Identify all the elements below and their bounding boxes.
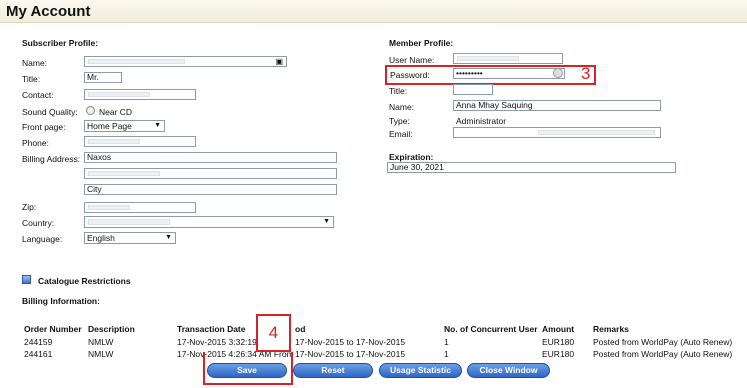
- cell-amount: EUR180: [542, 337, 575, 347]
- username-input[interactable]: [453, 53, 563, 64]
- col-description: Description: [88, 324, 135, 334]
- near-cd-radio[interactable]: [86, 106, 95, 115]
- redacted-value: [88, 219, 170, 225]
- col-amount: Amount: [542, 324, 575, 334]
- expiration-heading: Expiration:: [389, 152, 434, 162]
- billing-address-line2[interactable]: [84, 168, 337, 179]
- language-select[interactable]: English ▼: [84, 232, 176, 244]
- title-label: Title:: [22, 74, 41, 84]
- name-label: Name:: [22, 58, 48, 68]
- billing-information-heading: Billing Information:: [22, 296, 100, 306]
- redacted-value: [88, 171, 160, 176]
- cell-order: 244161: [24, 349, 53, 359]
- cell-period: 17-Nov-2015 to 17-Nov-2015: [295, 349, 406, 359]
- col-order-number: Order Number: [24, 324, 82, 334]
- cell-remarks: Posted from WorldPay (Auto Renew): [593, 349, 733, 359]
- annotation-box-3: [385, 65, 596, 85]
- page-title: My Account: [6, 3, 91, 20]
- cell-users: 1: [444, 337, 449, 347]
- col-concurrent-users: No. of Concurrent User: [444, 324, 538, 334]
- front-page-value: Home Page: [87, 121, 132, 131]
- cell-amount: EUR180: [542, 349, 575, 359]
- dropdown-arrow-icon: ▼: [323, 218, 330, 225]
- cell-order: 244159: [24, 337, 53, 347]
- front-page-select[interactable]: Home Page ▼: [84, 120, 165, 132]
- subscriber-profile-heading: Subscriber Profile:: [22, 38, 99, 48]
- type-value: Administrator: [456, 116, 507, 126]
- cell-period: 17-Nov-2015 to 17-Nov-2015: [295, 337, 406, 347]
- reset-button[interactable]: Reset: [293, 363, 373, 378]
- dropdown-arrow-icon: ▼: [165, 234, 172, 241]
- cell-remarks: Posted from WorldPay (Auto Renew): [593, 337, 733, 347]
- col-period: od: [295, 324, 306, 334]
- country-select[interactable]: ▼: [84, 216, 334, 228]
- dropdown-arrow-icon: ▼: [154, 122, 161, 129]
- annotation-callout-4: 4: [256, 314, 291, 352]
- email-input[interactable]: [453, 127, 661, 138]
- name-input[interactable]: ▣: [84, 56, 287, 67]
- contact-label: Contact:: [22, 90, 54, 100]
- billing-city-input[interactable]: City: [84, 184, 337, 195]
- redacted-value: [88, 205, 130, 210]
- member-profile-heading: Member Profile:: [389, 38, 454, 48]
- sound-quality-label: Sound Quality:: [22, 107, 78, 117]
- cell-date: 17-Nov-2015 3:32:19: [177, 337, 257, 347]
- country-label: Country:: [22, 218, 55, 228]
- title-input[interactable]: Mr.: [84, 72, 122, 83]
- type-label: Type:: [389, 116, 410, 126]
- billing-address-label: Billing Address:: [22, 154, 81, 164]
- expiration-field: June 30, 2021: [387, 162, 676, 173]
- redacted-value: [457, 56, 519, 61]
- member-title-input[interactable]: [453, 84, 493, 95]
- email-label: Email:: [389, 129, 413, 139]
- phone-input[interactable]: [84, 136, 196, 147]
- annotation-box-4: [203, 352, 293, 385]
- redacted-value: [88, 92, 150, 97]
- annotation-callout-3: 3: [581, 64, 591, 83]
- language-label: Language:: [22, 234, 63, 244]
- usage-statistic-button[interactable]: Usage Statistic: [379, 363, 462, 378]
- contact-input[interactable]: [84, 89, 196, 100]
- redacted-value: [88, 139, 140, 144]
- front-page-label: Front page:: [22, 122, 66, 132]
- col-transaction-date: Transaction Date: [177, 324, 246, 334]
- zip-label: Zip:: [22, 202, 37, 212]
- near-cd-label: Near CD: [99, 107, 133, 117]
- member-title-label: Title:: [389, 86, 408, 96]
- catalogue-restrictions-link[interactable]: Catalogue Restrictions: [38, 276, 131, 286]
- col-remarks: Remarks: [593, 324, 629, 334]
- member-name-input[interactable]: Anna Mhay Saquing: [453, 100, 661, 111]
- redacted-value: [88, 59, 185, 64]
- billing-address-line1[interactable]: Naxos: [84, 152, 337, 163]
- cell-users: 1: [444, 349, 449, 359]
- phone-label: Phone:: [22, 138, 49, 148]
- zip-input[interactable]: [84, 202, 196, 213]
- redacted-value: [538, 130, 655, 135]
- contact-card-icon[interactable]: ▣: [275, 57, 283, 66]
- title-bar: [0, 0, 747, 23]
- member-name-label: Name:: [389, 102, 415, 112]
- cell-description: NMLW: [88, 349, 114, 359]
- cell-description: NMLW: [88, 337, 114, 347]
- username-label: User Name:: [389, 55, 435, 65]
- language-value: English: [87, 233, 115, 243]
- close-window-button[interactable]: Close Window: [467, 363, 550, 378]
- catalogue-toggle-icon[interactable]: [22, 275, 31, 284]
